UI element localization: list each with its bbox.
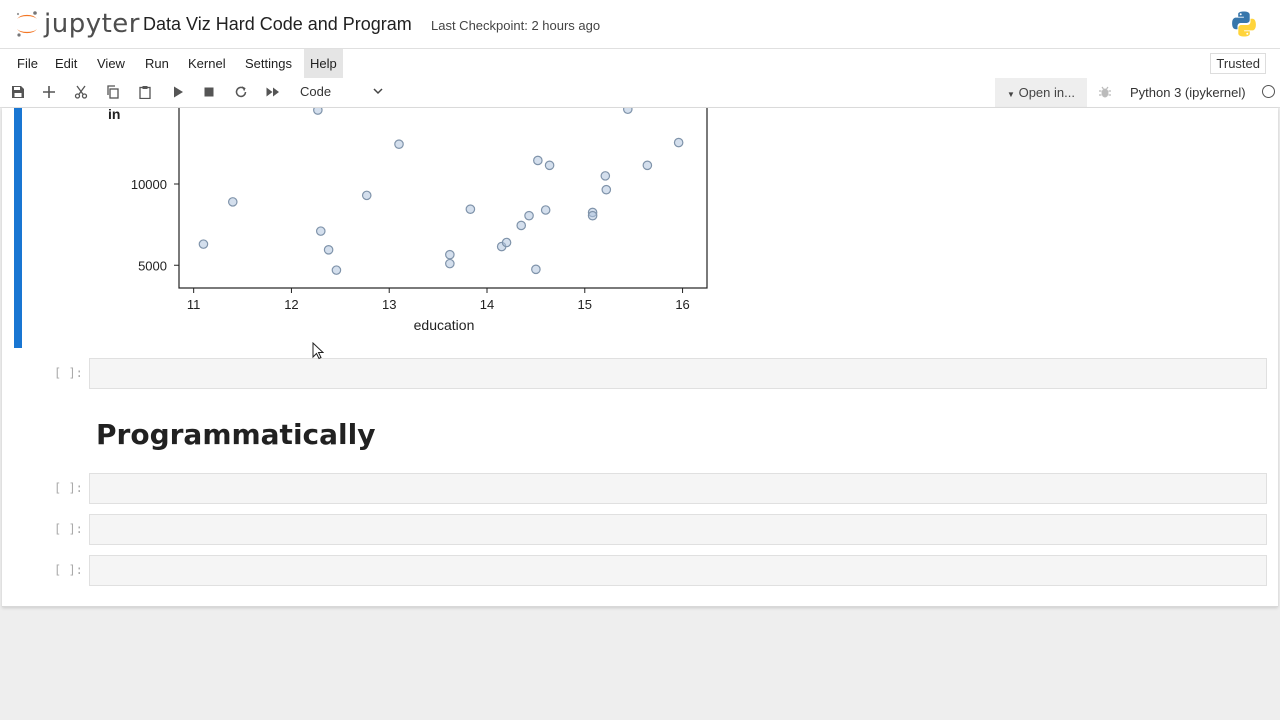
scatter-point [198,239,209,249]
open-in-button[interactable]: ▼ Open in... [995,78,1087,107]
scatter-point [587,210,598,221]
scatter-point [465,204,476,214]
scatter-point [394,139,404,149]
empty-cell-prompt: [ ]: [54,522,83,536]
jupyter-logo-text: jupyter [44,9,140,39]
x-tick-label: 16 [675,297,689,312]
menu-edit[interactable]: Edit [49,49,83,78]
x-tick-label: 15 [578,297,592,312]
menu-settings[interactable]: Settings [239,49,298,78]
menu-file[interactable]: File [11,49,44,78]
scatter-point [315,226,326,236]
empty-cell-prompt: [ ]: [54,366,83,380]
scatter-point [445,258,455,269]
kernel-status-icon [1262,85,1275,98]
y-tick-label: 5000 [138,258,167,273]
menu-help[interactable]: Help [304,49,343,78]
empty-code-cell[interactable] [89,514,1267,545]
open-in-label: Open in... [1018,85,1075,100]
trusted-indicator[interactable]: Trusted [1210,53,1266,74]
menu-run[interactable]: Run [139,49,175,78]
scatter-point [323,245,334,255]
scatter-point [445,249,455,260]
x-axis-label: education [414,317,475,333]
x-tick-label: 12 [284,297,298,312]
copy-icon[interactable] [105,84,121,100]
jupyter-logo[interactable]: jupyter [14,8,140,40]
save-icon[interactable] [10,84,26,100]
scatter-point [516,220,527,231]
caret-down-icon: ▼ [1007,90,1015,99]
scatter-plot: 11 12 13 14 15 16 5000 10000 in education [108,108,708,333]
scatter-point [673,137,684,148]
paste-icon[interactable] [137,84,153,100]
scatter-point [501,237,512,248]
scatter-point [642,160,653,171]
scatter-point [601,184,612,195]
empty-code-cell[interactable] [89,358,1267,389]
python-logo-icon [1232,11,1256,37]
x-tick-label: 13 [382,297,396,312]
x-tick-label: 14 [480,297,494,312]
scatter-point [531,264,541,275]
scatter-point [544,160,555,171]
plot-frame [178,108,708,289]
top-bar: jupyter Data Viz Hard Code and Program L… [0,0,1280,48]
cut-icon[interactable] [73,84,89,100]
scatter-point [524,210,534,221]
scatter-point [533,155,543,166]
scatter-point [313,108,323,115]
scatter-point [227,197,238,207]
scatter-point [331,265,342,275]
jupyter-logo-icon [16,11,37,37]
empty-cell-prompt: [ ]: [54,563,83,577]
active-cell-indicator[interactable] [14,108,22,348]
menu-view[interactable]: View [91,49,131,78]
mouse-cursor-icon [312,342,324,360]
scatter-point [540,205,551,215]
empty-cell-prompt: [ ]: [54,481,83,495]
y-tick-label: 10000 [131,177,167,192]
menu-kernel[interactable]: Kernel [182,49,232,78]
chevron-down-icon [373,88,383,95]
debugger-icon[interactable] [1098,85,1112,99]
empty-code-cell[interactable] [89,473,1267,504]
run-icon[interactable] [170,84,186,100]
notebook-panel[interactable]: 11 12 13 14 15 16 5000 10000 in education [ ]: … [2,108,1278,607]
cell-type-value: Code [300,84,332,99]
scatter-point [600,171,611,181]
fast-forward-icon[interactable] [265,84,281,100]
scatter-point [361,190,372,201]
add-cell-icon[interactable] [41,84,57,100]
notebook-title[interactable]: Data Viz Hard Code and Program [143,14,412,35]
cell-type-dropdown[interactable]: Code [300,84,384,99]
y-axis-label-fragment: in [108,108,120,122]
empty-code-cell[interactable] [89,555,1267,586]
kernel-name[interactable]: Python 3 (ipykernel) [1130,85,1246,100]
last-checkpoint: Last Checkpoint: 2 hours ago [431,18,601,33]
menu-bar: File Edit View Run Kernel Settings Help … [0,48,1280,79]
x-tick-label: 11 [187,297,201,312]
restart-icon[interactable] [233,84,249,100]
markdown-heading[interactable]: Programmatically [96,418,375,451]
notebook-toolbar: Code ▼ Open in... Python 3 (ipykernel) [0,78,1280,108]
scatter-point [623,108,633,115]
stop-icon[interactable] [201,84,217,100]
